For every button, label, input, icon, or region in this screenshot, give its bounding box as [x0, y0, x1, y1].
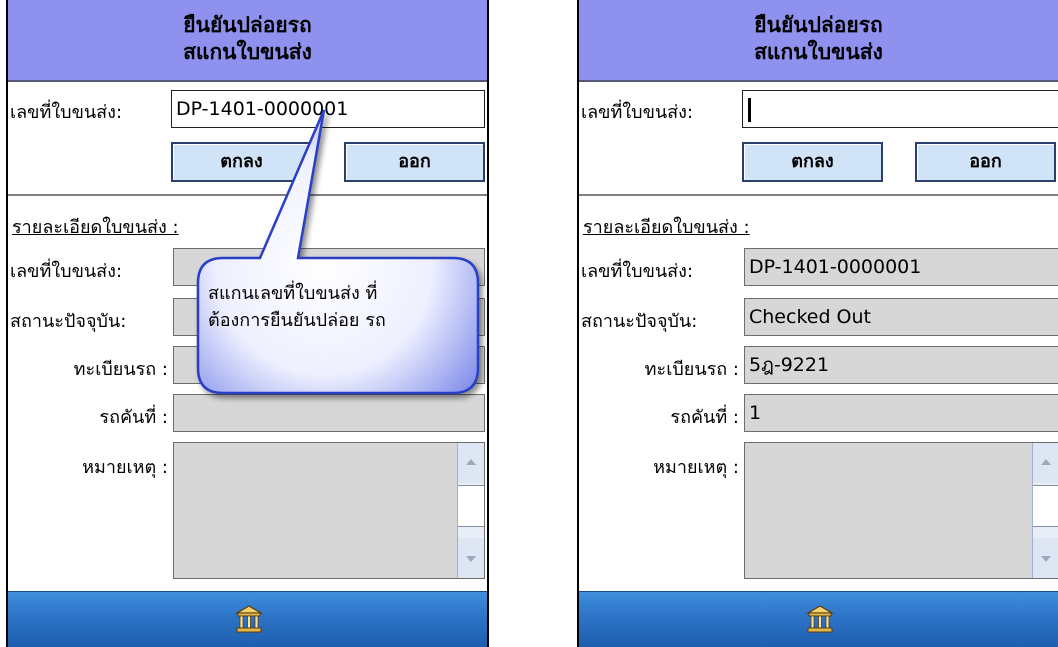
plate-field [173, 346, 485, 384]
home-icon[interactable] [234, 604, 264, 634]
remark-label: หมายเหตุ : [653, 457, 739, 478]
remark-textarea[interactable] [173, 442, 485, 579]
text-cursor [748, 97, 751, 122]
scroll-up-arrow-icon[interactable] [1033, 443, 1058, 483]
detail-doc-label: เลขที่ใบขนส่ง: [10, 261, 123, 282]
vehicle-no-field [173, 394, 485, 432]
doc-number-input[interactable]: DP-1401-0000001 [171, 90, 485, 128]
home-icon[interactable] [805, 604, 835, 634]
vehicle-no-label: รถคันที่ : [99, 407, 168, 428]
vehicle-no-field: 1 [744, 394, 1058, 432]
vehicle-no-label: รถคันที่ : [670, 407, 739, 428]
plate-label: ทะเบียนรถ : [644, 359, 739, 380]
doc-number-label: เลขที่ใบขนส่ง: [10, 102, 123, 123]
scroll-thumb[interactable] [458, 485, 484, 527]
scroll-up-arrow-icon[interactable] [458, 443, 484, 483]
callout-text: สแกนเลขที่ใบขนส่ง ที่ต้องการยืนยันปล่อย … [208, 283, 386, 331]
remark-scrollbar[interactable] [457, 443, 484, 578]
detail-doc-label: เลขที่ใบขนส่ง: [581, 261, 694, 282]
title-bar: ยืนยันปล่อยรถ สแกนใบขนส่ง [8, 0, 487, 82]
page-subtitle: สแกนใบขนส่ง [754, 40, 883, 64]
doc-number-input[interactable] [742, 90, 1058, 128]
section-header: รายละเอียดใบขนส่ง : [583, 217, 750, 238]
exit-button[interactable]: ออก [915, 142, 1056, 182]
page-title: ยืนยันปล่อยรถ [183, 13, 312, 37]
remark-textarea[interactable] [744, 442, 1058, 579]
divider [8, 194, 487, 196]
ok-button[interactable]: ตกลง [742, 142, 883, 182]
section-header: รายละเอียดใบขนส่ง : [12, 217, 179, 238]
divider [579, 194, 1058, 196]
status-field: Checked Out [744, 298, 1058, 336]
scroll-down-arrow-icon[interactable] [458, 538, 484, 578]
title-bar: ยืนยันปล่อยรถ สแกนใบขนส่ง [579, 0, 1058, 82]
scroll-down-arrow-icon[interactable] [1033, 538, 1058, 578]
remark-scrollbar[interactable] [1032, 443, 1058, 578]
plate-label: ทะเบียนรถ : [73, 359, 168, 380]
remark-label: หมายเหตุ : [82, 457, 168, 478]
detail-doc-field: DP-1401-0000001 [744, 248, 1058, 286]
doc-number-label: เลขที่ใบขนส่ง: [581, 102, 694, 123]
plate-field: 5ฎ-9221 [744, 346, 1058, 384]
exit-button[interactable]: ออก [344, 142, 485, 182]
left-screen: ยืนยันปล่อยรถ สแกนใบขนส่ง เลขที่ใบขนส่ง:… [6, 0, 489, 647]
page-subtitle: สแกนใบขนส่ง [183, 40, 312, 64]
scroll-thumb[interactable] [1033, 485, 1058, 527]
status-label: สถานะปัจจุบัน: [10, 311, 127, 332]
bottom-bar [8, 591, 487, 647]
status-label: สถานะปัจจุบัน: [581, 311, 698, 332]
ok-button[interactable]: ตกลง [171, 142, 312, 182]
right-screen: ยืนยันปล่อยรถ สแกนใบขนส่ง เลขที่ใบขนส่ง:… [577, 0, 1058, 647]
bottom-bar [579, 591, 1058, 647]
page-title: ยืนยันปล่อยรถ [754, 13, 883, 37]
